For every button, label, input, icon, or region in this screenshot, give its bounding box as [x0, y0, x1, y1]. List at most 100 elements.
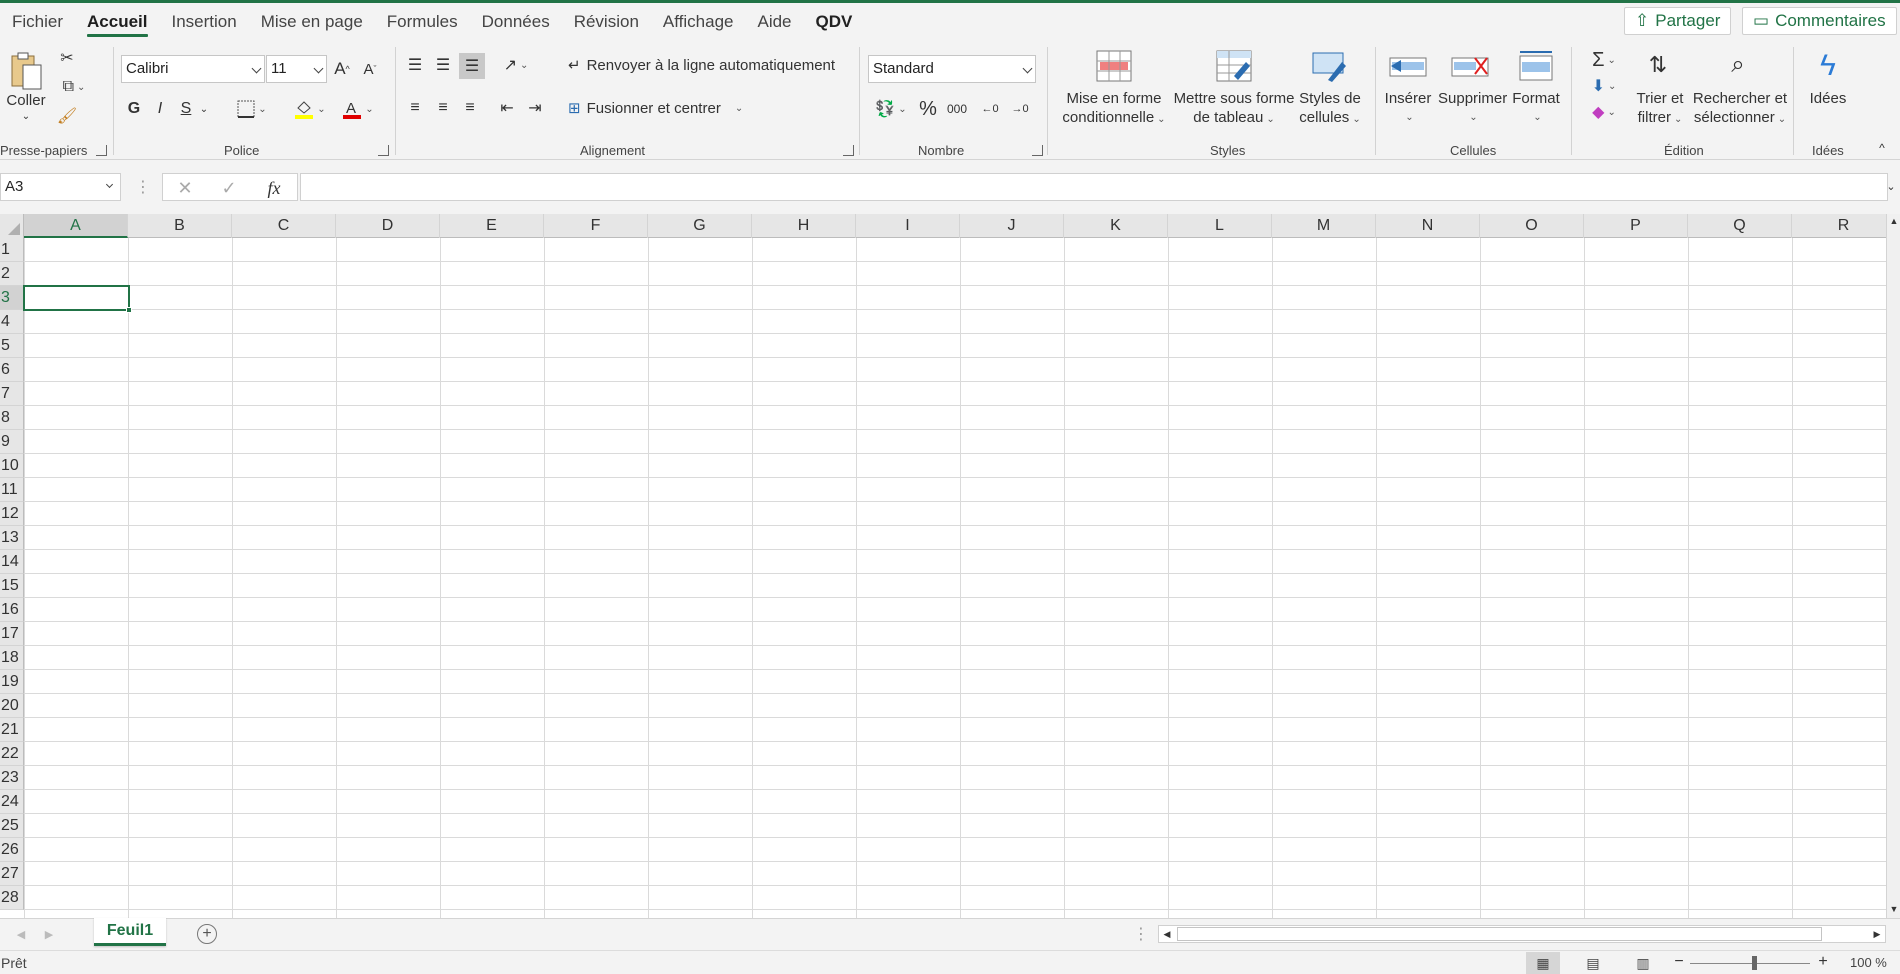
font-size-select[interactable]: 11	[266, 55, 327, 83]
row-header-14[interactable]: 14	[0, 550, 24, 574]
column-header-o[interactable]: O	[1480, 214, 1584, 238]
tab-fichier[interactable]: Fichier	[0, 3, 75, 41]
accounting-format-button[interactable]: 💱 ⌄	[870, 96, 912, 122]
wrap-text-button[interactable]: ↵ Renvoyer à la ligne automatiquement	[568, 53, 858, 77]
tab-affichage[interactable]: Affichage	[651, 3, 746, 41]
insert-cells-icon[interactable]	[1388, 49, 1428, 83]
tab-accueil[interactable]: Accueil	[75, 3, 159, 41]
column-header-p[interactable]: P	[1584, 214, 1688, 238]
increase-font-icon[interactable]: A ^	[330, 55, 354, 83]
enter-check-icon[interactable]: ✓	[217, 176, 241, 200]
cut-icon[interactable]: ✂	[56, 47, 78, 69]
row-header-18[interactable]: 18	[0, 646, 24, 670]
fill-handle[interactable]	[126, 307, 132, 313]
zoom-level[interactable]: 100 %	[1850, 955, 1887, 970]
page-layout-view-button[interactable]: ▤	[1576, 952, 1610, 974]
tab-formules[interactable]: Formules	[375, 3, 470, 41]
formula-input[interactable]	[300, 173, 1888, 201]
scroll-thumb[interactable]	[1177, 927, 1822, 941]
align-bottom-icon[interactable]: ☰	[459, 53, 485, 79]
format-cells-icon[interactable]	[1516, 49, 1556, 83]
row-header-1[interactable]: 1	[0, 238, 24, 262]
row-header-17[interactable]: 17	[0, 622, 24, 646]
tab-insertion[interactable]: Insertion	[160, 3, 249, 41]
font-launcher-icon[interactable]	[378, 145, 389, 156]
number-launcher-icon[interactable]	[1032, 145, 1043, 156]
orientation-icon[interactable]: ↗ ⌄	[496, 53, 536, 77]
column-header-e[interactable]: E	[440, 214, 544, 238]
row-header-5[interactable]: 5	[0, 334, 24, 358]
row-header-6[interactable]: 6	[0, 358, 24, 382]
zoom-out-icon[interactable]: −	[1672, 953, 1686, 971]
row-header-27[interactable]: 27	[0, 862, 24, 886]
increase-indent-icon[interactable]: ⇥	[524, 96, 546, 120]
cell-styles-button[interactable]: Styles de cellules ⌄	[1294, 89, 1366, 129]
share-button[interactable]: ⇧ Partager	[1624, 7, 1732, 35]
align-middle-icon[interactable]: ☰	[432, 53, 454, 77]
page-break-view-button[interactable]: ▥	[1626, 952, 1660, 974]
decrease-font-icon[interactable]: Aˇ	[358, 55, 382, 83]
tab-qdv[interactable]: QDV	[804, 3, 865, 41]
align-top-icon[interactable]: ☰	[404, 53, 426, 77]
lightning-icon[interactable]: ϟ	[1810, 47, 1846, 85]
splitter-handle[interactable]: ⋮	[1133, 925, 1149, 943]
delete-cells-icon[interactable]	[1450, 49, 1490, 83]
format-cells-button[interactable]: Format ⌄	[1508, 89, 1564, 127]
font-color-button[interactable]: A ⌄	[338, 96, 378, 122]
sheet-tab-feuil1[interactable]: Feuil1	[94, 918, 166, 946]
row-header-8[interactable]: 8	[0, 406, 24, 430]
fill-color-button[interactable]: ⌄	[290, 96, 330, 122]
row-header-24[interactable]: 24	[0, 790, 24, 814]
normal-view-button[interactable]: ▦	[1526, 952, 1560, 974]
zoom-in-icon[interactable]: +	[1816, 953, 1830, 971]
zoom-slider-thumb[interactable]	[1752, 956, 1757, 970]
comments-button[interactable]: ▭ Commentaires	[1742, 7, 1897, 35]
row-header-2[interactable]: 2	[0, 262, 24, 286]
column-header-j[interactable]: J	[960, 214, 1064, 238]
row-header-25[interactable]: 25	[0, 814, 24, 838]
add-sheet-button[interactable]: +	[197, 924, 217, 944]
vertical-scrollbar[interactable]: ▲ ▼	[1886, 214, 1900, 918]
align-left-icon[interactable]: ≡	[404, 96, 426, 120]
name-box[interactable]: A3	[0, 173, 121, 201]
cells-area[interactable]	[24, 238, 1886, 918]
paste-button[interactable]	[8, 47, 44, 95]
column-header-c[interactable]: C	[232, 214, 336, 238]
column-header-b[interactable]: B	[128, 214, 232, 238]
insert-cells-button[interactable]: Insérer ⌄	[1380, 89, 1436, 127]
row-header-19[interactable]: 19	[0, 670, 24, 694]
expand-formula-icon[interactable]: ⌄	[1884, 178, 1898, 194]
row-header-11[interactable]: 11	[0, 478, 24, 502]
active-cell[interactable]	[23, 285, 132, 313]
format-painter-icon[interactable]: 🖌	[56, 105, 78, 127]
conditional-formatting-icon[interactable]	[1094, 49, 1134, 83]
align-center-icon[interactable]: ≡	[432, 96, 454, 120]
row-header-10[interactable]: 10	[0, 454, 24, 478]
row-header-16[interactable]: 16	[0, 598, 24, 622]
thousands-button[interactable]: 000	[944, 96, 970, 122]
select-all-button[interactable]	[0, 214, 24, 238]
row-header-20[interactable]: 20	[0, 694, 24, 718]
scroll-right-icon[interactable]: ▶	[1871, 927, 1883, 941]
tab-aide[interactable]: Aide	[745, 3, 803, 41]
tab-revision[interactable]: Révision	[562, 3, 651, 41]
format-as-table-icon[interactable]	[1214, 49, 1254, 83]
horizontal-scrollbar[interactable]: ◀ ▶	[1158, 925, 1886, 943]
column-header-r[interactable]: R	[1792, 214, 1896, 238]
cancel-icon[interactable]: ✕	[173, 176, 197, 200]
increase-decimal-icon[interactable]: ←0	[978, 96, 1002, 122]
cell-styles-icon[interactable]	[1310, 49, 1350, 83]
insert-function-button[interactable]: fx	[259, 176, 289, 200]
column-header-f[interactable]: F	[544, 214, 648, 238]
italic-button[interactable]: I	[150, 96, 170, 122]
column-header-i[interactable]: I	[856, 214, 960, 238]
collapse-ribbon-icon[interactable]: ^	[1874, 141, 1890, 155]
tab-donnees[interactable]: Données	[470, 3, 562, 41]
sort-filter-button[interactable]: Trier et filtrer ⌄	[1630, 89, 1690, 129]
decrease-indent-icon[interactable]: ⇤	[496, 96, 518, 120]
column-header-m[interactable]: M	[1272, 214, 1376, 238]
column-header-h[interactable]: H	[752, 214, 856, 238]
row-header-3[interactable]: 3	[0, 286, 24, 310]
find-select-button[interactable]: Rechercher et sélectionner ⌄	[1690, 89, 1790, 129]
row-header-28[interactable]: 28	[0, 886, 24, 910]
